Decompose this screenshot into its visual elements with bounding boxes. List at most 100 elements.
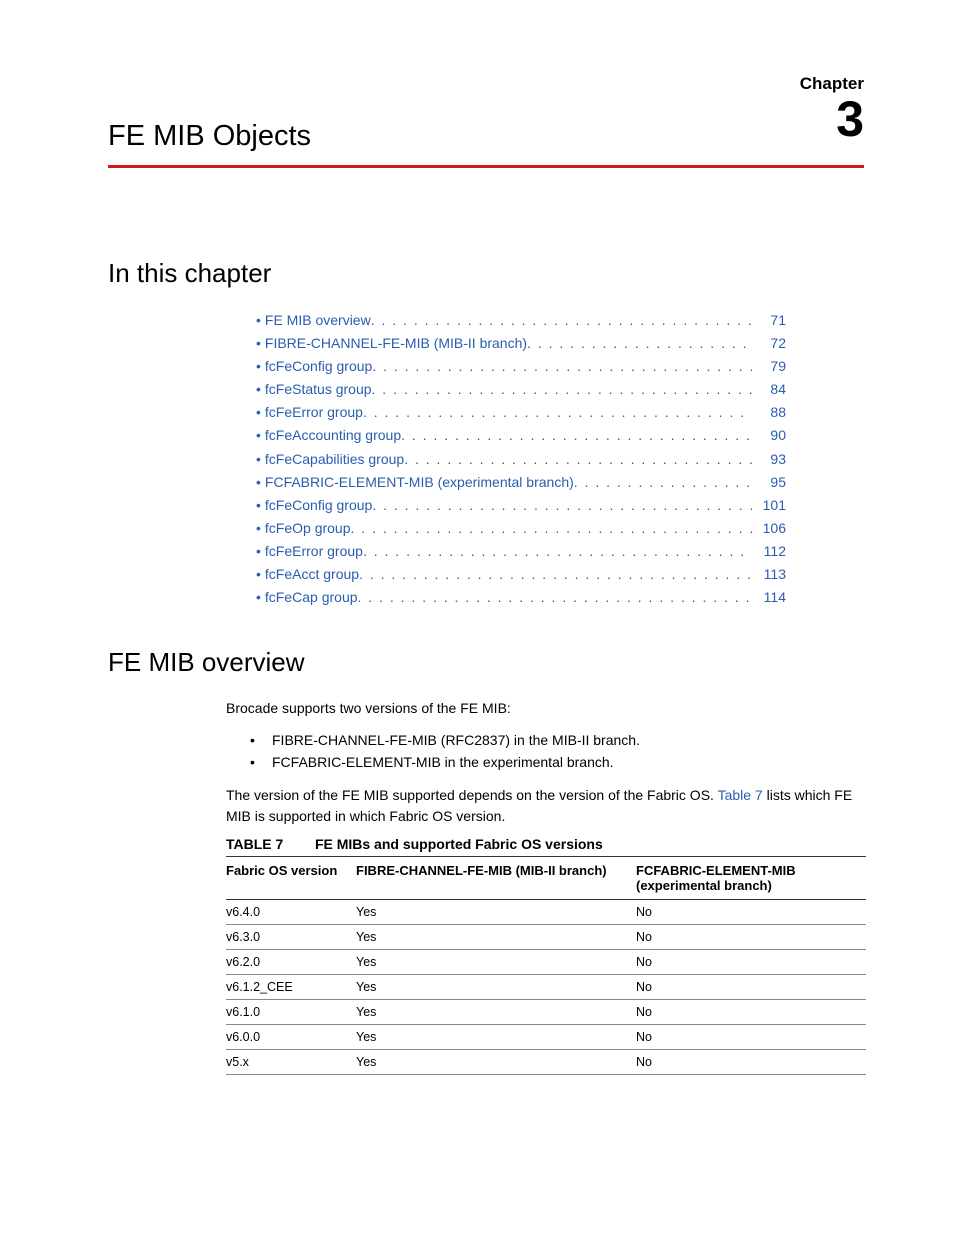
toc-label: fcFeAccounting group: [265, 424, 401, 447]
bullet-icon: •: [250, 751, 272, 773]
toc-leader: [372, 494, 752, 517]
table-header: FIBRE-CHANNEL-FE-MIB (MIB-II branch): [356, 856, 636, 899]
table-cell: Yes: [356, 1049, 636, 1074]
heading-rule: [108, 165, 864, 168]
toc-label: fcFeConfig group: [265, 494, 372, 517]
list-item: •FIBRE-CHANNEL-FE-MIB (RFC2837) in the M…: [250, 729, 864, 751]
table-title: FE MIBs and supported Fabric OS versions: [315, 836, 603, 852]
bullet-icon: •: [256, 494, 261, 517]
bullet-icon: •: [256, 355, 261, 378]
bullet-icon: •: [256, 540, 261, 563]
section-heading-overview: FE MIB overview: [108, 647, 864, 678]
toc-leader: [574, 471, 752, 494]
toc-entry[interactable]: •FIBRE-CHANNEL-FE-MIB (MIB-II branch)72: [256, 332, 786, 355]
toc-page: 113: [752, 563, 786, 586]
table-cell: v6.0.0: [226, 1024, 356, 1049]
table-cell: Yes: [356, 999, 636, 1024]
table-cell: Yes: [356, 1024, 636, 1049]
table-cell: No: [636, 1024, 866, 1049]
toc-page: 79: [752, 355, 786, 378]
bullet-icon: •: [256, 586, 261, 609]
toc-entry[interactable]: •fcFeStatus group 84: [256, 378, 786, 401]
table7-link[interactable]: Table 7: [718, 787, 763, 803]
toc-page: 88: [752, 401, 786, 424]
table-cell: No: [636, 999, 866, 1024]
toc-label: FIBRE-CHANNEL-FE-MIB (MIB-II branch): [265, 332, 527, 355]
table-cell: No: [636, 1049, 866, 1074]
toc-page: 71: [752, 309, 786, 332]
toc-leader: [359, 563, 752, 586]
toc-entry[interactable]: •fcFeError group112: [256, 540, 786, 563]
bullet-icon: •: [256, 448, 261, 471]
toc-entry[interactable]: •fcFeCap group 114: [256, 586, 786, 609]
bullet-icon: •: [256, 378, 261, 401]
toc-entry[interactable]: •fcFeAccounting group 90: [256, 424, 786, 447]
toc-leader: [358, 586, 752, 609]
table-of-contents: •FE MIB overview71•FIBRE-CHANNEL-FE-MIB …: [256, 309, 786, 609]
toc-leader: [372, 378, 752, 401]
table-row: v6.0.0YesNo: [226, 1024, 866, 1049]
table-header: Fabric OS version: [226, 856, 356, 899]
toc-page: 114: [752, 586, 786, 609]
toc-leader: [372, 355, 752, 378]
toc-leader: [363, 540, 752, 563]
toc-label: FE MIB overview: [265, 309, 371, 332]
toc-page: 106: [752, 517, 786, 540]
toc-leader: [404, 448, 752, 471]
list-item-text: FCFABRIC-ELEMENT-MIB in the experimental…: [272, 751, 614, 773]
toc-page: 101: [752, 494, 786, 517]
table-row: v6.3.0YesNo: [226, 924, 866, 949]
toc-label: fcFeCapabilities group: [265, 448, 404, 471]
table-cell: v6.1.0: [226, 999, 356, 1024]
chapter-number: 3: [836, 94, 864, 144]
toc-page: 84: [752, 378, 786, 401]
toc-leader: [351, 517, 752, 540]
toc-entry[interactable]: •fcFeError group 88: [256, 401, 786, 424]
table-cell: Yes: [356, 924, 636, 949]
bullet-icon: •: [256, 471, 261, 494]
table-cell: v6.3.0: [226, 924, 356, 949]
toc-page: 112: [752, 540, 786, 563]
toc-entry[interactable]: •fcFeConfig group 101: [256, 494, 786, 517]
overview-intro: Brocade supports two versions of the FE …: [226, 698, 864, 718]
toc-entry[interactable]: •fcFeConfig group79: [256, 355, 786, 378]
table-cell: v6.2.0: [226, 949, 356, 974]
para2-pre: The version of the FE MIB supported depe…: [226, 787, 718, 803]
bullet-icon: •: [256, 563, 261, 586]
table-cell: Yes: [356, 974, 636, 999]
chapter-title: FE MIB Objects: [108, 80, 864, 161]
toc-label: fcFeCap group: [265, 586, 358, 609]
toc-leader: [363, 401, 752, 424]
toc-page: 90: [752, 424, 786, 447]
bullet-icon: •: [256, 401, 261, 424]
table-row: v6.4.0YesNo: [226, 899, 866, 924]
table-cell: No: [636, 949, 866, 974]
toc-entry[interactable]: •FE MIB overview 71: [256, 309, 786, 332]
bullet-icon: •: [256, 332, 261, 355]
table-cell: Yes: [356, 949, 636, 974]
toc-page: 95: [752, 471, 786, 494]
table-cell: v6.4.0: [226, 899, 356, 924]
toc-leader: [401, 424, 752, 447]
toc-label: fcFeError group: [265, 401, 363, 424]
table-row: v6.1.0YesNo: [226, 999, 866, 1024]
bullet-icon: •: [256, 424, 261, 447]
toc-entry[interactable]: •fcFeCapabilities group 93: [256, 448, 786, 471]
toc-label: FCFABRIC-ELEMENT-MIB (experimental branc…: [265, 471, 574, 494]
table-row: v6.1.2_CEEYesNo: [226, 974, 866, 999]
bullet-icon: •: [256, 309, 261, 332]
bullet-icon: •: [250, 729, 272, 751]
toc-entry[interactable]: •FCFABRIC-ELEMENT-MIB (experimental bran…: [256, 471, 786, 494]
toc-entry[interactable]: •fcFeAcct group113: [256, 563, 786, 586]
table-row: v6.2.0YesNo: [226, 949, 866, 974]
toc-leader: [371, 309, 752, 332]
overview-para2: The version of the FE MIB supported depe…: [226, 785, 864, 826]
toc-label: fcFeStatus group: [265, 378, 372, 401]
overview-bullets: •FIBRE-CHANNEL-FE-MIB (RFC2837) in the M…: [250, 729, 864, 774]
toc-page: 93: [752, 448, 786, 471]
table-cell: No: [636, 899, 866, 924]
toc-entry[interactable]: •fcFeOp group106: [256, 517, 786, 540]
table-caption: TABLE 7 FE MIBs and supported Fabric OS …: [226, 836, 864, 852]
table-cell: v5.x: [226, 1049, 356, 1074]
toc-label: fcFeOp group: [265, 517, 351, 540]
